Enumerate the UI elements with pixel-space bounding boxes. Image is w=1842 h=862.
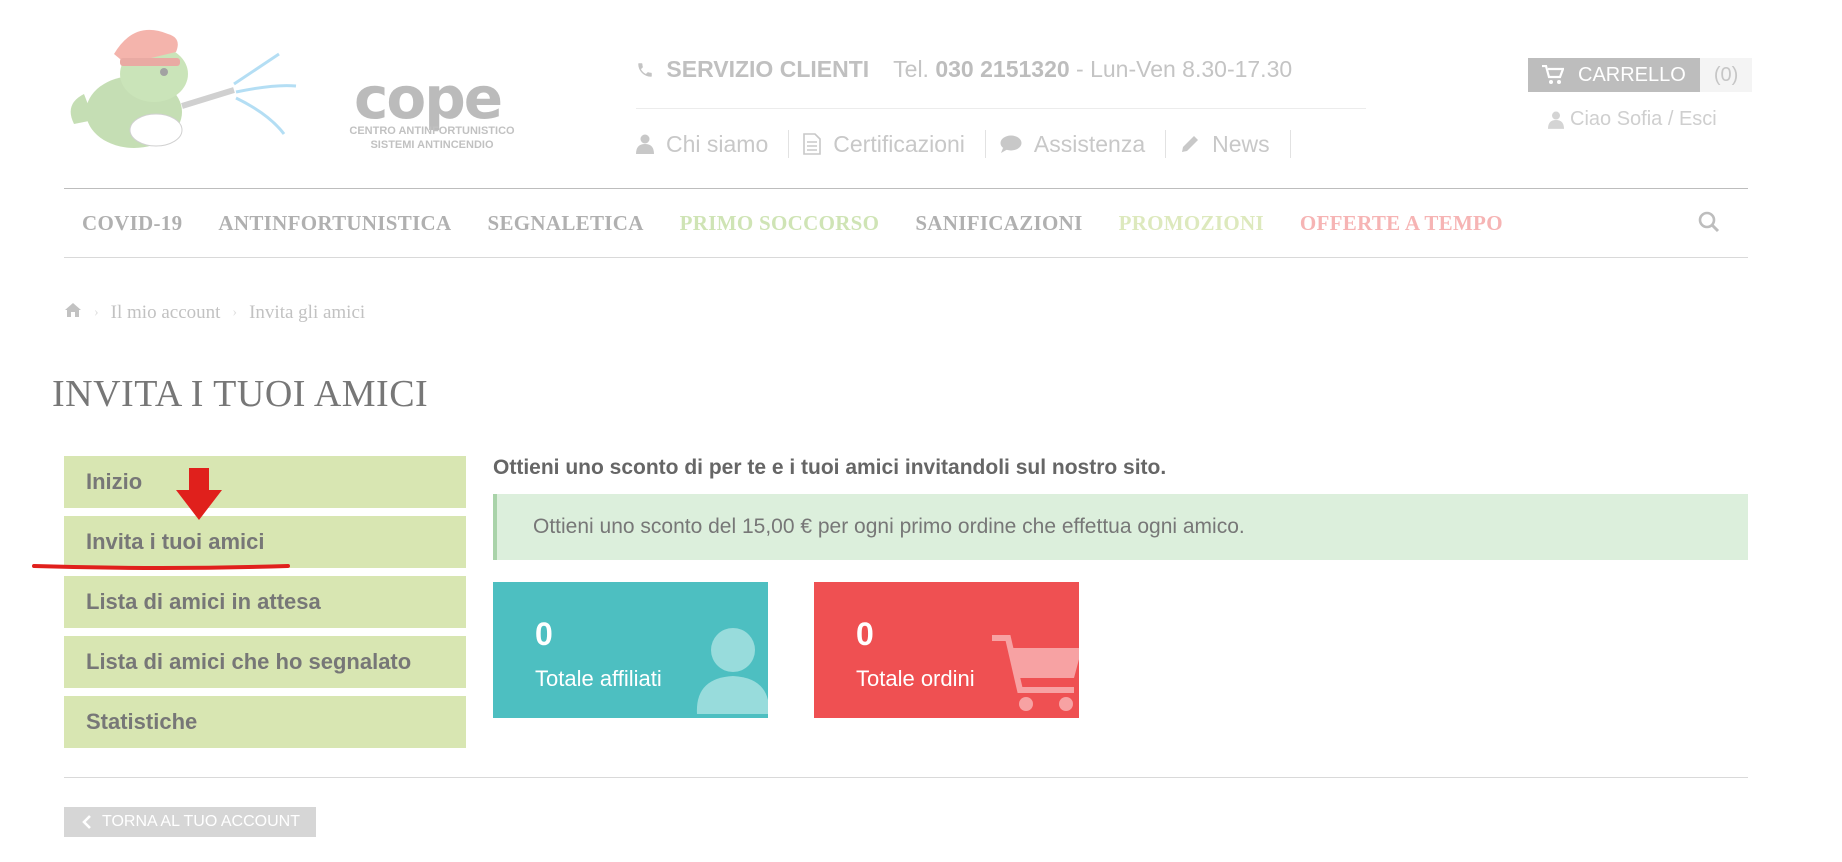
link-chi-siamo[interactable]: Chi siamo [636,130,790,158]
account-sidebar: Inizio Invita i tuoi amici Lista di amic… [64,456,466,756]
nav-item-segnaletica[interactable]: SEGNALETICA [469,211,661,236]
logo-wordmark: cope [354,64,503,132]
service-phone[interactable]: Tel. 030 2151320 - Lun-Ven 8.30-17.30 [893,56,1292,82]
back-to-account-button[interactable]: TORNA AL TUO ACCOUNT [64,807,316,837]
service-label: SERVIZIO CLIENTI [666,56,870,82]
cart-icon [992,635,1079,711]
pencil-icon [1182,136,1199,152]
link-news[interactable]: News [1180,130,1291,158]
logo-subtitle-line2: SISTEMI ANTINCENDIO [370,139,494,151]
stat-orders-value: 0 [856,616,874,652]
discount-alert: Ottieni uno sconto del 15,00 € per ogni … [493,494,1748,560]
comment-icon [1000,135,1022,153]
home-icon [65,303,81,317]
nav-item-antinfortunistica[interactable]: ANTINFORTUNISTICA [200,211,469,236]
annotation-underline [32,564,290,570]
phone-number: 030 2151320 [935,56,1070,82]
search-button[interactable] [1698,211,1720,239]
user-greeting-label: Ciao Sofia / Esci [1570,108,1717,130]
chevron-left-icon [82,815,91,829]
breadcrumb: › Il mio account › Invita gli amici [64,302,365,324]
user-icon [636,134,654,154]
sidebar-item-amici-segnalati[interactable]: Lista di amici che ho segnalato [64,636,466,688]
cart-label: CARRELLO [1578,63,1686,86]
breadcrumb-account[interactable]: Il mio account [111,302,221,324]
logo-subtitle-line1: CENTRO ANTINFORTUNISTICO [349,125,515,137]
search-icon [1698,211,1720,233]
sidebar-item-statistiche[interactable]: Statistiche [64,696,466,748]
content-divider [64,777,1748,778]
breadcrumb-separator: › [94,305,99,320]
page-title: INVITA I TUOI AMICI [52,373,429,415]
cart-button[interactable]: CARRELLO (0) [1528,58,1753,92]
document-icon [803,133,822,155]
page: cope CENTRO ANTINFORTUNISTICO SISTEMI AN… [0,0,1842,862]
user-icon [1548,111,1564,129]
stat-affiliates: 0 Totale affiliati [493,582,768,718]
link-assistenza-label: Assistenza [1033,130,1146,157]
user-greeting[interactable]: Ciao Sofia / Esci [1548,108,1717,131]
header-links: Chi siamo Certificazioni Assistenza News [636,130,1305,158]
breadcrumb-home[interactable] [64,302,82,324]
nav-item-offerte-a-tempo[interactable]: OFFERTE A TEMPO [1282,211,1521,236]
main-nav: COVID-19 ANTINFORTUNISTICA SEGNALETICA P… [64,188,1748,258]
cart-label-box: CARRELLO [1528,58,1700,92]
phone-icon [638,63,652,77]
mascot-logo-icon [70,29,297,148]
logo-subtitle: CENTRO ANTINFORTUNISTICO SISTEMI ANTINCE… [342,124,522,152]
intro-text: Ottieni uno sconto di per te e i tuoi am… [493,456,1167,479]
header-divider [636,108,1366,109]
annotation-arrow-icon [176,468,222,520]
nav-item-promozioni[interactable]: PROMOZIONI [1101,211,1282,236]
service-hours: - Lun-Ven 8.30-17.30 [1076,56,1293,82]
user-icon [696,628,768,714]
link-chi-siamo-label: Chi siamo [666,130,769,157]
back-to-account-label: TORNA AL TUO ACCOUNT [102,813,300,830]
phone-prefix: Tel. [893,56,929,82]
link-assistenza[interactable]: Assistenza [1000,130,1167,158]
stat-orders-label: Totale ordini [856,666,975,691]
site-logo[interactable]: cope CENTRO ANTINFORTUNISTICO SISTEMI AN… [64,24,515,164]
stat-orders: 0 Totale ordini [814,582,1079,718]
sidebar-item-inizio[interactable]: Inizio [64,456,466,508]
link-certificazioni[interactable]: Certificazioni [803,130,986,158]
nav-item-sanificazioni[interactable]: SANIFICAZIONI [897,211,1100,236]
sidebar-item-amici-in-attesa[interactable]: Lista di amici in attesa [64,576,466,628]
breadcrumb-current: Invita gli amici [249,302,366,323]
nav-item-covid[interactable]: COVID-19 [64,211,200,236]
cart-icon [1542,65,1564,84]
link-news-label: News [1212,130,1270,157]
stat-affiliates-label: Totale affiliati [535,666,662,691]
stat-affiliates-value: 0 [535,616,553,652]
nav-item-primo-soccorso[interactable]: PRIMO SOCCORSO [662,211,898,236]
link-certificazioni-label: Certificazioni [833,130,965,157]
customer-service-info: SERVIZIO CLIENTI Tel. 030 2151320 - Lun-… [636,56,1292,83]
cart-count: (0) [1699,58,1753,92]
breadcrumb-separator: › [232,305,238,320]
